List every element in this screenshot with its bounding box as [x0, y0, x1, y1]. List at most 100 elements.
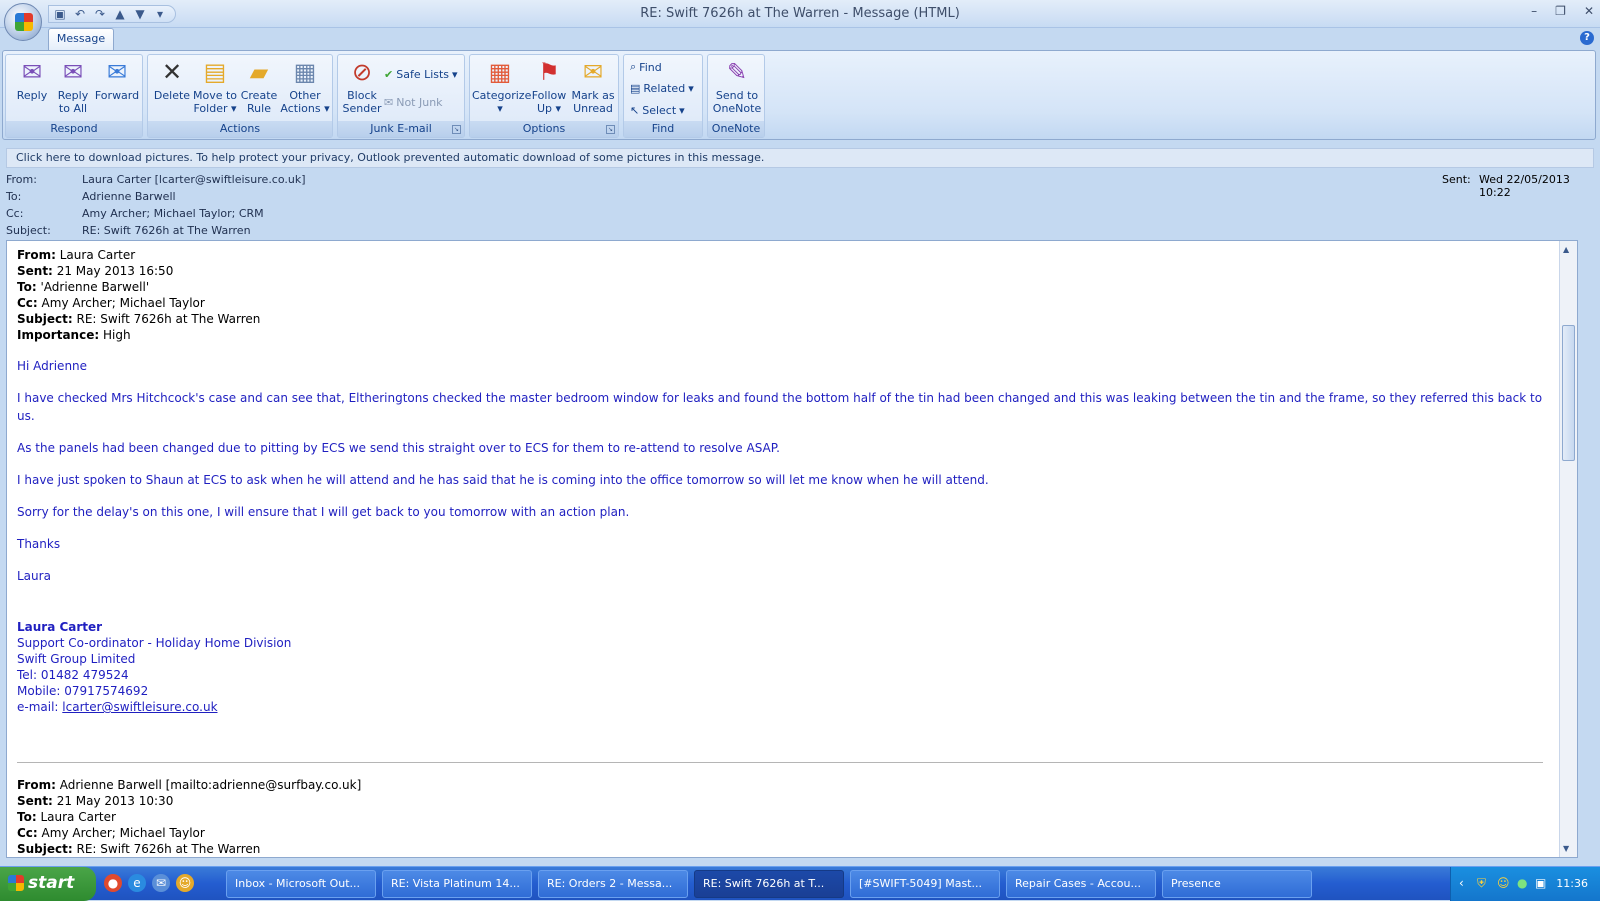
display-icon[interactable]: ▣: [1535, 876, 1546, 890]
group-onenote: ✎ Send to OneNote OneNote: [707, 54, 765, 138]
maximize-icon[interactable]: ❐: [1555, 4, 1566, 18]
block-sender-button[interactable]: ⊘ Block Sender: [342, 57, 382, 115]
taskbar-button-repair-cases[interactable]: Repair Cases - Accou...: [1006, 870, 1156, 898]
office-button[interactable]: [4, 3, 42, 41]
reply-all-icon: ✉: [62, 58, 84, 86]
taskbar-button-inbox[interactable]: Inbox - Microsoft Out...: [226, 870, 376, 898]
group-label-find: Find: [624, 121, 702, 137]
create-rule-button[interactable]: ▰ Create Rule: [238, 57, 280, 115]
options-dialog-launcher-icon[interactable]: ↘: [606, 125, 615, 134]
taskbar-button-swift-5049[interactable]: [#SWIFT-5049] Mast...: [850, 870, 1000, 898]
header-sent-value: Wed 22/05/2013 10:22: [1479, 173, 1570, 199]
group-options: ▦ Categorize ▾ ⚑ Follow Up ▾ ✉ Mark as Un…: [469, 54, 619, 138]
taskbar-button-vista-platinum[interactable]: RE: Vista Platinum 14...: [382, 870, 532, 898]
windows-logo-icon: [8, 875, 24, 891]
network-icon[interactable]: ●: [1517, 876, 1527, 890]
header-cc-value[interactable]: Amy Archer; Michael Taylor; CRM: [82, 207, 264, 220]
related-icon: ▤: [630, 82, 641, 95]
close-icon[interactable]: ✕: [1584, 4, 1594, 18]
signature: Laura Carter Support Co-ordinator - Holi…: [17, 620, 292, 714]
start-button[interactable]: start: [0, 867, 96, 901]
taskbar: start ● e ✉ ☺ Inbox - Microsoft Out... R…: [0, 866, 1600, 901]
ribbon: ✉ Reply ✉ Reply to All ✉ Forward Respond…: [2, 50, 1596, 140]
other-actions-button[interactable]: ▦ Other Actions ▾: [280, 57, 330, 115]
quoted-header: From: Laura Carter Sent: 21 May 2013 16:…: [17, 248, 261, 342]
group-label-actions: Actions: [148, 121, 332, 137]
quick-launch: ● e ✉ ☺: [104, 874, 194, 892]
messenger-tray-icon[interactable]: ☺: [1497, 876, 1510, 890]
group-label-junk: Junk E-mail: [338, 121, 464, 137]
taskbar-button-presence[interactable]: Presence: [1162, 870, 1312, 898]
mark-unread-icon: ✉: [582, 58, 604, 86]
safe-lists-icon: ✔: [384, 68, 394, 81]
onenote-icon: ✎: [726, 58, 748, 86]
delete-button[interactable]: ✕ Delete: [152, 57, 192, 102]
move-to-folder-button[interactable]: ▤ Move to Folder ▾: [192, 57, 238, 115]
tab-message[interactable]: Message: [48, 28, 114, 50]
header-to-value[interactable]: Adrienne Barwell: [82, 190, 176, 203]
message-divider: [17, 762, 1543, 763]
rule-icon: ▰: [249, 58, 269, 86]
scroll-down-icon[interactable]: ▼: [1563, 844, 1569, 853]
header-from-value[interactable]: Laura Carter [lcarter@swiftleisure.co.uk…: [82, 173, 306, 186]
previous-message-header: From: Adrienne Barwell [mailto:adrienne@…: [17, 778, 362, 856]
messenger-icon[interactable]: ☺: [176, 874, 194, 892]
group-actions: ✕ Delete ▤ Move to Folder ▾ ▰ Create Rul…: [147, 54, 333, 138]
scroll-up-icon[interactable]: ▲: [1563, 245, 1569, 254]
taskbar-button-swift-message[interactable]: RE: Swift 7626h at T...: [694, 870, 844, 898]
categorize-button[interactable]: ▦ Categorize ▾: [472, 57, 531, 115]
follow-up-button[interactable]: ⚑ Follow Up ▾: [530, 57, 568, 115]
folder-icon: ▤: [203, 58, 227, 86]
scroll-thumb[interactable]: [1562, 325, 1575, 461]
mark-as-unread-button[interactable]: ✉ Mark as Unread: [570, 57, 616, 115]
reply-button[interactable]: ✉ Reply: [12, 57, 52, 102]
delete-icon: ✕: [161, 58, 183, 86]
safe-lists-button[interactable]: ✔ Safe Lists ▾: [384, 68, 458, 81]
select-button[interactable]: ↖ Select ▾: [630, 104, 685, 117]
office-logo-icon: [15, 13, 33, 31]
paragraph-4: Sorry for the delay's on this one, I wil…: [17, 505, 630, 519]
security-icon[interactable]: ⛨: [1477, 876, 1486, 891]
send-to-onenote-button[interactable]: ✎ Send to OneNote: [710, 57, 764, 115]
not-junk-button[interactable]: ✉ Not Junk: [384, 96, 443, 109]
group-find: ⌕ Find ▤ Related ▾ ↖ Select ▾ Find: [623, 54, 703, 138]
cursor-icon: ↖: [630, 104, 640, 117]
flag-icon: ⚑: [538, 58, 560, 86]
reply-all-button[interactable]: ✉ Reply to All: [52, 57, 94, 115]
group-label-onenote: OneNote: [708, 121, 764, 137]
find-button[interactable]: ⌕ Find: [630, 60, 662, 74]
help-icon[interactable]: ?: [1580, 31, 1594, 45]
window-title: RE: Swift 7626h at The Warren - Message …: [640, 6, 960, 21]
group-respond: ✉ Reply ✉ Reply to All ✉ Forward Respond: [5, 54, 143, 138]
clock: 11:36: [1556, 877, 1588, 890]
outlook-icon[interactable]: ✉: [152, 874, 170, 892]
not-junk-icon: ✉: [384, 96, 394, 109]
paragraph-3: I have just spoken to Shaun at ECS to as…: [17, 473, 989, 487]
system-tray: ‹ ⛨ ☺ ● ▣ 11:36: [1450, 867, 1600, 901]
block-sender-icon: ⊘: [351, 58, 373, 86]
related-button[interactable]: ▤ Related ▾: [630, 82, 694, 95]
taskbar-button-orders[interactable]: RE: Orders 2 - Messa...: [538, 870, 688, 898]
group-junk-email: ⊘ Block Sender ✔ Safe Lists ▾ ✉ Not Junk…: [337, 54, 465, 138]
tray-expand-icon[interactable]: ‹: [1459, 876, 1464, 890]
ribbon-tab-row: Message ?: [0, 28, 1600, 50]
minimize-icon[interactable]: –: [1531, 4, 1537, 18]
binoculars-icon: ⌕: [630, 60, 637, 73]
greeting: Hi Adrienne: [17, 359, 88, 373]
closing: Thanks: [17, 537, 61, 551]
email-link[interactable]: lcarter@swiftleisure.co.uk: [62, 700, 217, 714]
download-pictures-infobar[interactable]: Click here to download pictures. To help…: [6, 148, 1594, 168]
header-subject-value: RE: Swift 7626h at The Warren: [82, 224, 251, 237]
forward-button[interactable]: ✉ Forward: [94, 57, 140, 102]
junk-dialog-launcher-icon[interactable]: ↘: [452, 125, 461, 134]
group-label-respond: Respond: [6, 121, 142, 137]
title-bar: ▣ ↶ ↷ ▲ ▼ ▾ RE: Swift 7626h at The Warre…: [0, 0, 1600, 28]
paragraph-2: As the panels had been changed due to pi…: [17, 441, 780, 455]
categorize-icon: ▦: [488, 58, 512, 86]
message-body[interactable]: From: Laura Carter Sent: 21 May 2013 16:…: [6, 240, 1578, 858]
chrome-icon[interactable]: ●: [104, 874, 122, 892]
header-sent-label: Sent:: [1442, 173, 1471, 186]
internet-explorer-icon[interactable]: e: [128, 874, 146, 892]
forward-icon: ✉: [106, 58, 128, 86]
vertical-scrollbar[interactable]: ▲ ▼: [1559, 241, 1577, 857]
